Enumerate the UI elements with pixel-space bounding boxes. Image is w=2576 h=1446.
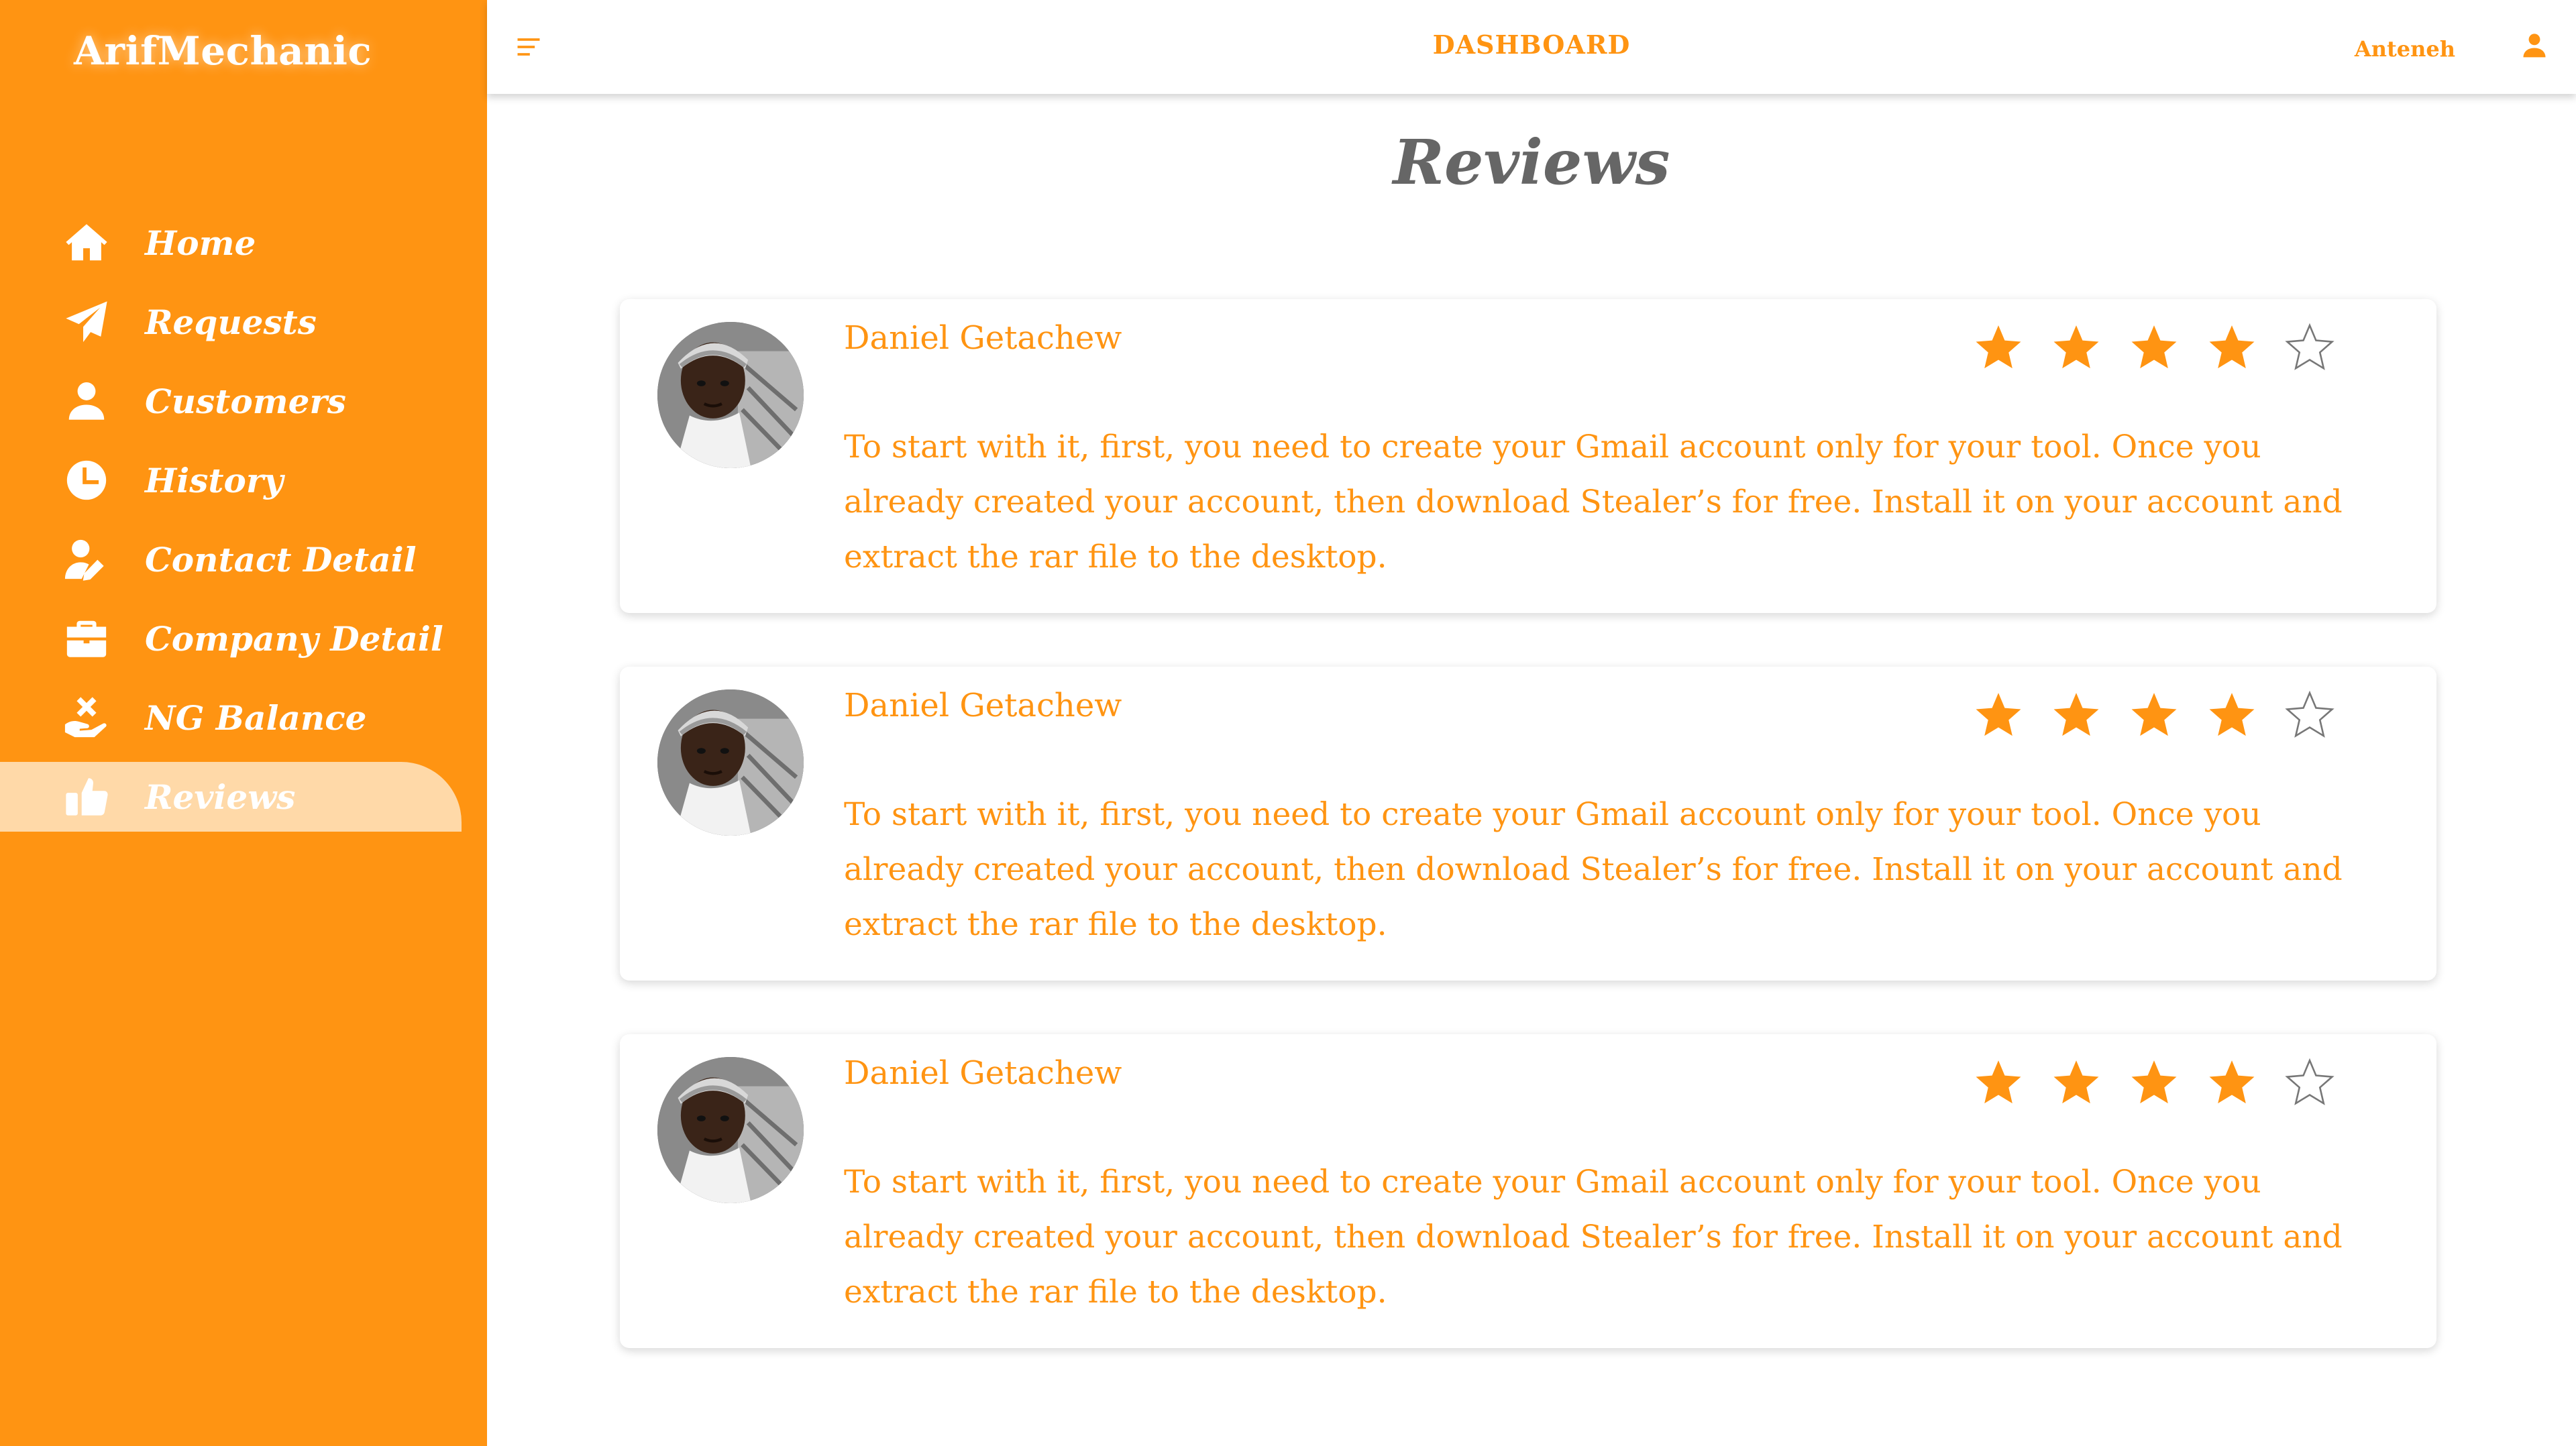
sidebar-item-label: NG Balance [145,698,367,738]
star-filled-icon[interactable] [2050,1056,2102,1108]
reviewer-name: Daniel Getachew [844,319,1122,357]
sidebar-item-ng-balance[interactable]: NG Balance [0,683,487,753]
avatar [657,322,804,468]
review-card: Daniel Getachew To start with it, first,… [620,667,2436,981]
review-text: To start with it, first, you need to cre… [844,1164,2343,1311]
star-rating[interactable] [1972,321,2336,373]
sidebar-item-company-detail[interactable]: Company Detail [0,604,487,673]
review-card: Daniel Getachew To start with it, first,… [620,1034,2436,1348]
page-title: Reviews [1393,126,1670,199]
clock-icon [62,455,111,505]
sidebar-item-reviews[interactable]: Reviews [0,762,462,832]
sidebar-nav: Home Requests Customers History Contact [0,208,487,841]
star-filled-icon[interactable] [2128,688,2180,740]
star-filled-icon[interactable] [1972,1056,2025,1108]
star-empty-icon[interactable] [2284,321,2336,373]
sidebar-item-history[interactable]: History [0,445,487,515]
star-empty-icon[interactable] [2284,1056,2336,1108]
sidebar-item-label: Home [145,223,256,263]
user-icon[interactable] [2520,31,2549,60]
avatar [657,1057,804,1203]
briefcase-icon [62,614,111,663]
user-name-link[interactable]: Anteneh [2355,36,2455,62]
star-filled-icon[interactable] [2206,321,2258,373]
star-rating[interactable] [1972,688,2336,740]
sidebar-item-label: Company Detail [145,618,443,659]
user-edit-icon [62,535,111,584]
star-filled-icon[interactable] [1972,321,2025,373]
sidebar-item-contact-detail[interactable]: Contact Detail [0,524,487,594]
hand-holding-money-icon [62,693,111,742]
star-filled-icon[interactable] [2206,688,2258,740]
star-filled-icon[interactable] [2206,1056,2258,1108]
user-icon [62,376,111,426]
dashboard-title: DASHBOARD [1432,30,1631,60]
star-filled-icon[interactable] [1972,688,2025,740]
top-bar: DASHBOARD Anteneh [487,0,2576,94]
review-text: To start with it, first, you need to cre… [844,796,2343,943]
reviewer-name: Daniel Getachew [844,1054,1122,1092]
star-empty-icon[interactable] [2284,688,2336,740]
review-card: Daniel Getachew To start with it, first,… [620,299,2436,613]
star-filled-icon[interactable] [2128,321,2180,373]
sidebar-item-home[interactable]: Home [0,208,487,278]
sidebar-item-customers[interactable]: Customers [0,366,487,436]
star-filled-icon[interactable] [2128,1056,2180,1108]
paper-plane-icon [62,297,111,347]
reviewer-name: Daniel Getachew [844,687,1122,724]
sidebar-item-label: History [145,460,284,500]
brand-logo[interactable]: ArifMechanic [74,28,372,74]
star-filled-icon[interactable] [2050,321,2102,373]
sidebar-item-requests[interactable]: Requests [0,287,487,357]
star-rating[interactable] [1972,1056,2336,1108]
thumbs-up-icon [62,772,111,822]
star-filled-icon[interactable] [2050,688,2102,740]
sidebar-item-label: Contact Detail [145,539,417,579]
review-text: To start with it, first, you need to cre… [844,429,2343,575]
sidebar-item-label: Requests [145,302,317,342]
avatar [657,689,804,836]
sidebar-item-label: Reviews [145,777,296,817]
sidebar-item-label: Customers [145,381,346,421]
sidebar: ArifMechanic Home Requests Customers His… [0,0,487,1446]
home-icon [62,218,111,268]
